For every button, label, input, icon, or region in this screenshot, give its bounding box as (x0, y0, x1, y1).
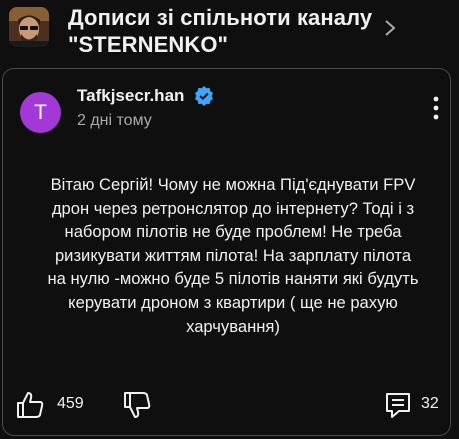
community-post: T Tafkjsecr.han 2 дні тому Вітаю Сергій!… (2, 68, 451, 436)
post-text-line: харчування) (186, 316, 280, 336)
page-title: Дописи зі спільноти каналу "STERNENKO" (68, 4, 408, 58)
verified-badge-icon (195, 86, 213, 106)
post-text-line: керувати дроном з квартири ( ще не рахую (68, 292, 398, 312)
post-text-line: дрон через ретронслятор до інтернету? То… (51, 198, 415, 218)
more-vert-icon[interactable] (429, 94, 443, 122)
reply-count: 32 (421, 395, 439, 412)
dislike-icon[interactable] (122, 390, 152, 420)
post-text-line: на нулю -можно буде 5 пілотів наняти які… (47, 269, 419, 289)
chevron-right-icon[interactable] (383, 20, 397, 36)
post-text-line: Вітаю Сергій! Чому не можна Під'єднувати… (50, 175, 416, 194)
post-timestamp: 2 дні тому (77, 112, 152, 129)
post-text-line: набором пілотів не буде проблем! Не треб… (64, 222, 402, 242)
author-name[interactable]: Tafkjsecr.han (77, 85, 184, 107)
post-text: Вітаю Сергій! Чому не можна Під'єднувати… (38, 173, 428, 338)
like-count: 459 (57, 395, 84, 412)
author-avatar[interactable]: T (20, 92, 61, 133)
comment-icon[interactable] (383, 390, 413, 420)
channel-avatar[interactable] (9, 7, 49, 47)
title-line-1: Дописи зі спільноти каналу (68, 5, 373, 30)
like-icon[interactable] (15, 390, 45, 420)
header[interactable]: Дописи зі спільноти каналу "STERNENKO" (0, 0, 459, 62)
post-text-line: ризикувати життям пілота! На зарплату пі… (54, 245, 412, 265)
title-line-2: "STERNENKO" (68, 32, 229, 57)
